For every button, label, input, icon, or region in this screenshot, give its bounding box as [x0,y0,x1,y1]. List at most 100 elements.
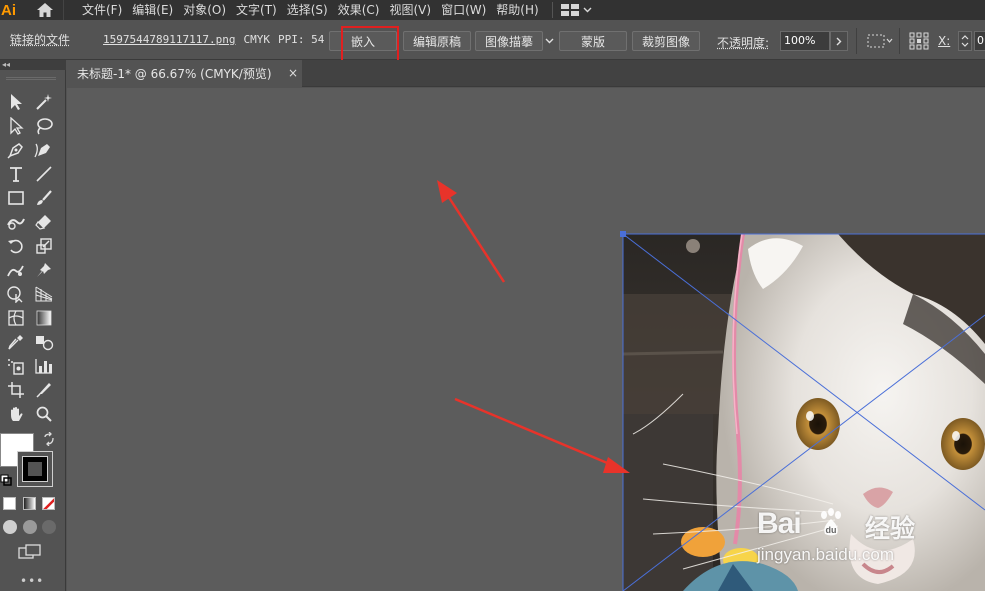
eraser-tool[interactable] [32,211,56,233]
document-tab[interactable]: 未标题-1* @ 66.67% (CMYK/预览) [67,60,302,87]
type-tool[interactable] [4,163,28,185]
artboard-tool[interactable] [4,379,28,401]
scale-tool[interactable] [32,235,56,257]
magic-wand-tool[interactable] [32,91,56,113]
image-trace-button[interactable]: 图像描摹 [475,31,543,51]
placed-image[interactable] [623,234,985,591]
curvature-pen-icon [34,143,50,158]
control-divider [899,28,900,54]
document-tab-bar: 未标题-1* @ 66.67% (CMYK/预览) × [67,60,985,87]
embed-button[interactable]: 嵌入 [329,31,397,51]
gradient-icon [36,310,52,326]
slice-tool[interactable] [32,379,56,401]
x-position-label[interactable]: X: [938,34,950,48]
draw-behind-button[interactable] [23,520,37,534]
menu-window[interactable]: 窗口(W) [436,0,491,20]
x-position-input[interactable]: 0 [974,31,985,51]
main-menu: 文件(F) 编辑(E) 对象(O) 文字(T) 选择(S) 效果(C) 视图(V… [64,0,592,20]
selection-arrow-icon [11,94,22,110]
selection-tool[interactable] [4,91,28,113]
warp-icon [7,265,24,277]
menu-file[interactable]: 文件(F) [64,0,127,20]
zoom-tool[interactable] [32,403,56,425]
eyedropper-tool[interactable] [4,331,28,353]
magnifier-icon [36,406,52,422]
warp-tool[interactable] [4,259,28,281]
image-trace-dropdown[interactable] [543,33,555,49]
chevron-down-icon [545,38,553,44]
close-tab-button[interactable]: × [287,66,299,80]
ppi-readout: PPI: 54 [277,33,325,46]
shape-builder-tool[interactable] [4,283,28,305]
lasso-icon [37,118,53,135]
paintbrush-tool[interactable] [32,187,56,209]
menu-type[interactable]: 文字(T) [231,0,282,20]
pin-icon [37,263,51,277]
menu-effect[interactable]: 效果(C) [333,0,385,20]
tools-collapse-toggle[interactable]: ◂◂ [0,60,66,70]
none-mode-button[interactable] [42,497,55,510]
rotate-tool[interactable] [4,235,28,257]
hand-tool[interactable] [4,403,28,425]
draw-inside-button[interactable] [42,520,56,534]
transform-reference-button[interactable] [907,31,931,51]
opacity-input[interactable]: 100% [780,31,830,51]
puppet-warp-tool[interactable] [32,259,56,281]
curvature-tool[interactable] [32,139,56,161]
control-divider [856,28,857,54]
column-graph-icon [35,359,52,374]
stepper-arrows-icon [961,35,969,47]
stroke-color-swatch[interactable] [17,451,53,487]
workspace-switcher[interactable] [560,4,592,16]
linked-file-label[interactable]: 链接的文件 [10,31,70,48]
perspective-grid-icon [35,286,53,302]
workspace-grid-icon [560,4,579,16]
perspective-grid-tool[interactable] [32,283,56,305]
cat-photo [623,234,985,591]
lasso-tool[interactable] [32,115,56,137]
eraser-icon [35,215,51,230]
direct-selection-tool[interactable] [4,115,28,137]
gradient-mode-button[interactable] [23,497,36,510]
symbol-sprayer-tool[interactable] [4,355,28,377]
opacity-more-button[interactable] [830,31,848,51]
shaper-tool[interactable] [4,211,28,233]
home-button[interactable] [26,0,64,20]
menu-edit[interactable]: 编辑(E) [127,0,178,20]
menu-help[interactable]: 帮助(H) [491,0,543,20]
edit-toolbar-button[interactable]: ••• [20,575,43,587]
control-bar: 链接的文件 1597544789117117.png CMYK PPI: 54 … [0,20,985,66]
align-icon [867,34,893,48]
default-colors-icon[interactable] [0,474,12,486]
artboard-icon [8,382,24,398]
draw-normal-button[interactable] [3,520,17,534]
menu-bar: Ai 文件(F) 编辑(E) 对象(O) 文字(T) 选择(S) 效果(C) 视… [0,0,985,20]
shaper-icon [7,218,25,230]
mask-button[interactable]: 蒙版 [559,31,627,51]
color-mode-button[interactable] [3,497,16,510]
x-position-stepper[interactable] [958,31,972,51]
rectangle-tool[interactable] [4,187,28,209]
mesh-tool[interactable] [4,307,28,329]
edit-original-button[interactable]: 编辑原稿 [403,31,471,51]
gradient-tool[interactable] [32,307,56,329]
opacity-label[interactable]: 不透明度: [717,34,769,51]
tools-panel-grip[interactable] [6,77,56,80]
screen-mode-icon[interactable] [18,544,42,560]
symbol-sprayer-icon [8,359,24,375]
menu-view[interactable]: 视图(V) [384,0,436,20]
blend-tool[interactable] [32,331,56,353]
menu-select[interactable]: 选择(S) [282,0,333,20]
document-tab-title: 未标题-1* @ 66.67% (CMYK/预览) [77,67,272,81]
column-graph-tool[interactable] [32,355,56,377]
mesh-icon [8,310,24,326]
align-button[interactable] [866,31,894,51]
app-logo: Ai [1,1,16,19]
pen-tool[interactable] [4,139,28,161]
reference-point-icon [909,32,929,50]
line-segment-tool[interactable] [32,163,56,185]
swap-fill-stroke-icon[interactable] [42,432,56,446]
menu-object[interactable]: 对象(O) [178,0,231,20]
linked-file-name[interactable]: 1597544789117117.png [103,33,235,46]
crop-image-button[interactable]: 裁剪图像 [632,31,700,51]
